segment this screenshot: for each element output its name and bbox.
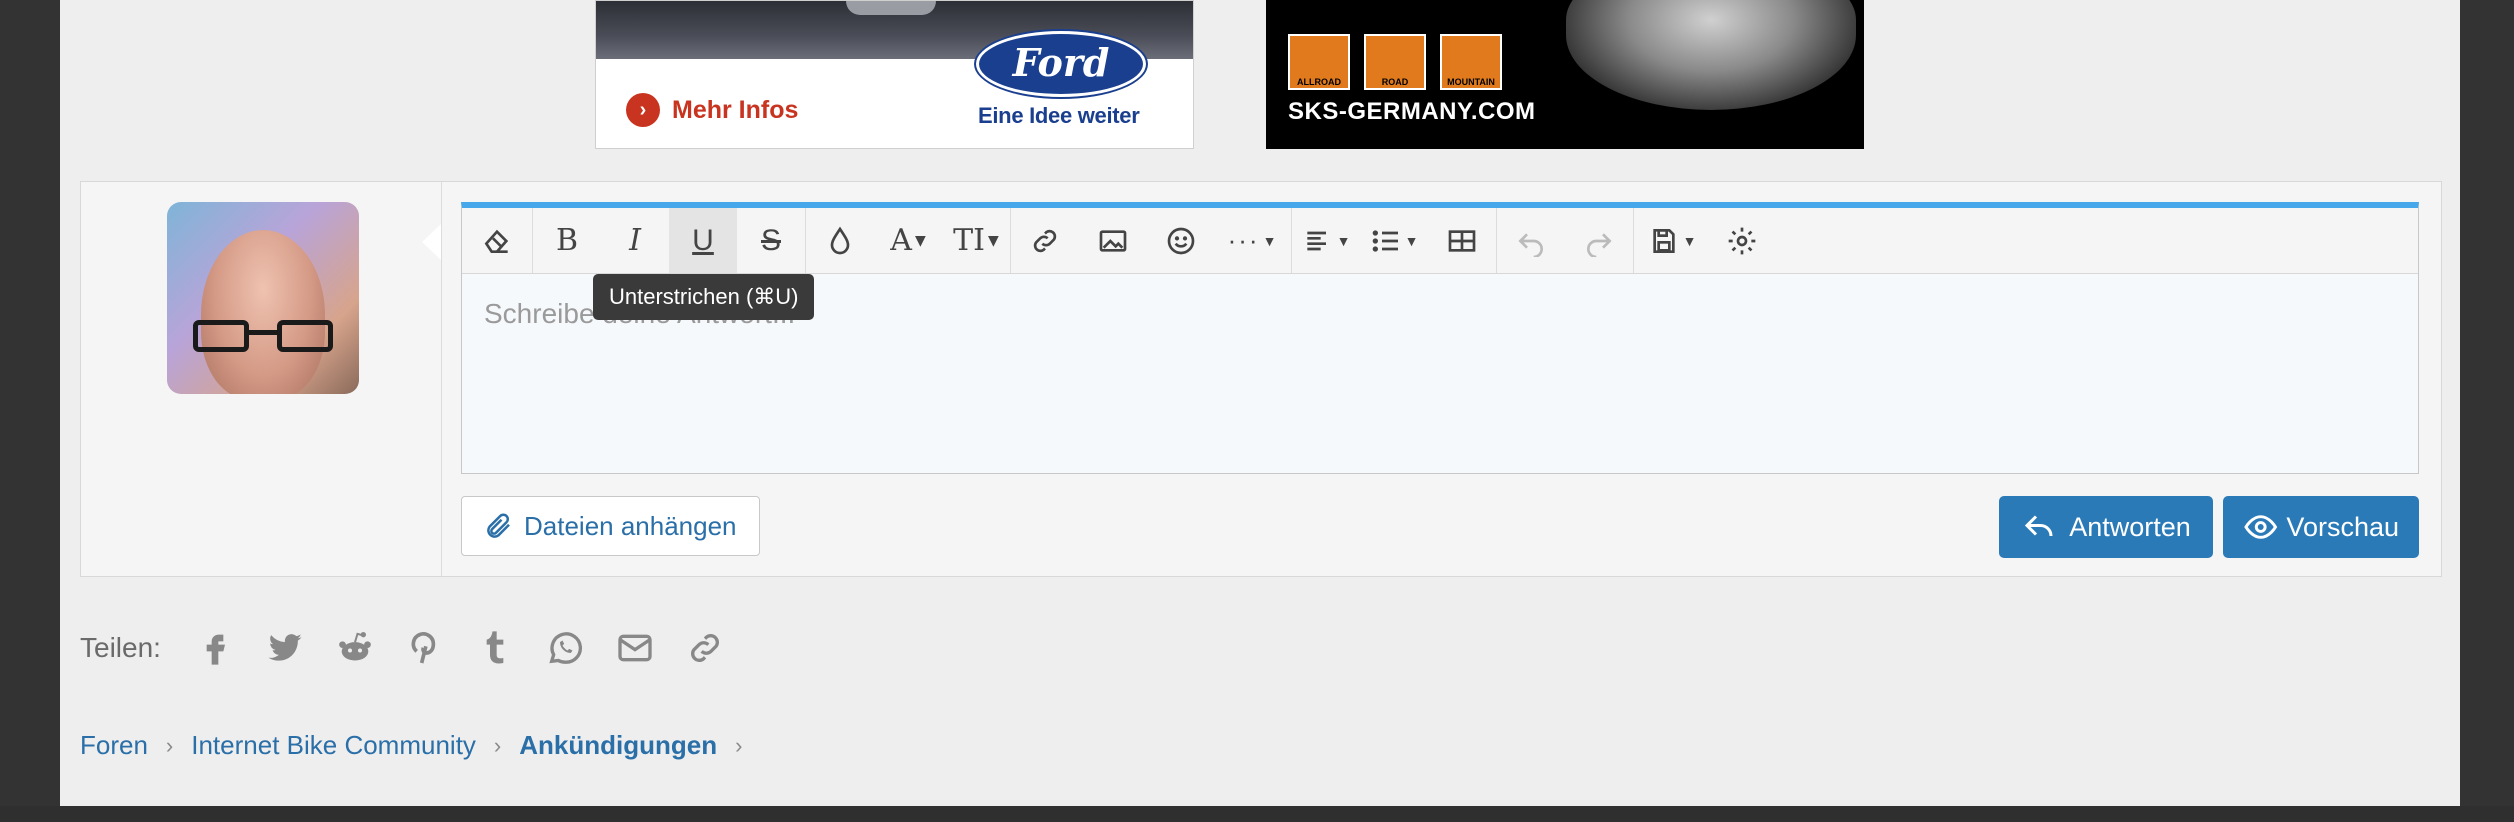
underline-tooltip: Unterstrichen (⌘U) [593,274,815,320]
ford-logo: Ford [976,31,1146,97]
preview-label: Vorschau [2286,511,2399,542]
share-link-icon[interactable] [685,628,725,668]
redo-icon[interactable] [1565,208,1633,273]
quick-reply-block: B I U S A ▼ TI ▼ ··· ▼ ▼ ▼ ▼ Schreibe Da… [80,181,2442,577]
reply-user-column [81,182,442,576]
font-size-icon[interactable]: TI ▼ [942,208,1010,273]
more-options-icon[interactable]: ··· ▼ [1215,208,1291,273]
ford-banner-ad[interactable]: › Mehr Infos Ford Eine Idee weiter [595,0,1194,149]
ford-tagline: Eine Idee weiter [978,103,1140,128]
page-container: › Mehr Infos Ford Eine Idee weiter ALLRO… [60,0,2460,806]
text-color-icon[interactable] [806,208,874,273]
drafts-icon[interactable]: ▼ [1634,208,1710,273]
settings-icon[interactable] [1710,208,1774,273]
breadcrumb: Foren › Internet Bike Community › Ankünd… [80,730,742,761]
breadcrumb-internet-bike-community[interactable]: Internet Bike Community [191,730,476,761]
mehr-infos-link[interactable]: › Mehr Infos [626,93,798,127]
tumblr-icon[interactable] [475,628,515,668]
facebook-icon[interactable] [195,628,235,668]
avatar[interactable] [167,202,359,394]
smilie-icon[interactable] [1147,208,1215,273]
rich-text-editor[interactable]: B I U S A ▼ TI ▼ ··· ▼ ▼ ▼ ▼ Schreibe [461,202,2419,474]
chevron-right-icon: › [165,732,174,758]
pinterest-icon[interactable] [405,628,445,668]
strikethrough-icon[interactable]: S [737,208,805,273]
underline-icon[interactable]: U [669,208,737,273]
reply-button[interactable]: Antworten [1999,496,2213,558]
undo-icon[interactable] [1497,208,1565,273]
eye-icon [2244,515,2278,539]
sks-website: SKS-GERMANY.COM [1288,98,1536,125]
sks-badge-mountain: MOUNTAIN [1440,34,1502,90]
breadcrumb-ankuendigungen[interactable]: Ankündigungen [519,730,717,761]
email-icon[interactable] [615,628,655,668]
chevron-right-icon: › [493,732,502,758]
paperclip-icon [487,513,510,538]
twitter-icon[interactable] [265,628,305,668]
sks-banner-ad[interactable]: ALLROAD ROAD MOUNTAIN SKS-GERMANY.COM [1266,0,1864,149]
list-icon[interactable]: ▼ [1360,208,1428,273]
share-label: Teilen: [80,632,161,663]
footer-strip [0,806,2514,822]
sks-badge-allroad: ALLROAD [1288,34,1350,90]
message-arrow [422,224,441,260]
font-family-icon[interactable]: A ▼ [874,208,942,273]
whatsapp-icon[interactable] [545,628,585,668]
breadcrumb-foren[interactable]: Foren [80,730,148,761]
reply-icon [2025,515,2053,537]
italic-icon[interactable]: I [601,208,669,273]
reply-label: Antworten [2069,511,2191,542]
mehr-infos-label: Mehr Infos [672,95,799,124]
attach-files-label: Dateien anhängen [524,510,737,541]
remove-format-icon[interactable] [462,208,532,273]
preview-button[interactable]: Vorschau [2223,496,2419,558]
image-icon[interactable] [1079,208,1147,273]
sks-badge-road: ROAD [1364,34,1426,90]
align-icon[interactable]: ▼ [1292,208,1360,273]
chevron-right-icon: › [735,732,743,758]
chevron-right-icon: › [626,93,660,127]
share-bar: Teilen: [80,628,725,668]
reddit-icon[interactable] [335,628,375,668]
table-icon[interactable] [1428,208,1496,273]
bold-icon[interactable]: B [533,208,601,273]
link-icon[interactable] [1011,208,1079,273]
editor-toolbar: B I U S A ▼ TI ▼ ··· ▼ ▼ ▼ ▼ [462,208,2418,274]
attach-files-button[interactable]: Dateien anhängen [461,496,760,556]
ad-product-image [1566,0,1856,110]
